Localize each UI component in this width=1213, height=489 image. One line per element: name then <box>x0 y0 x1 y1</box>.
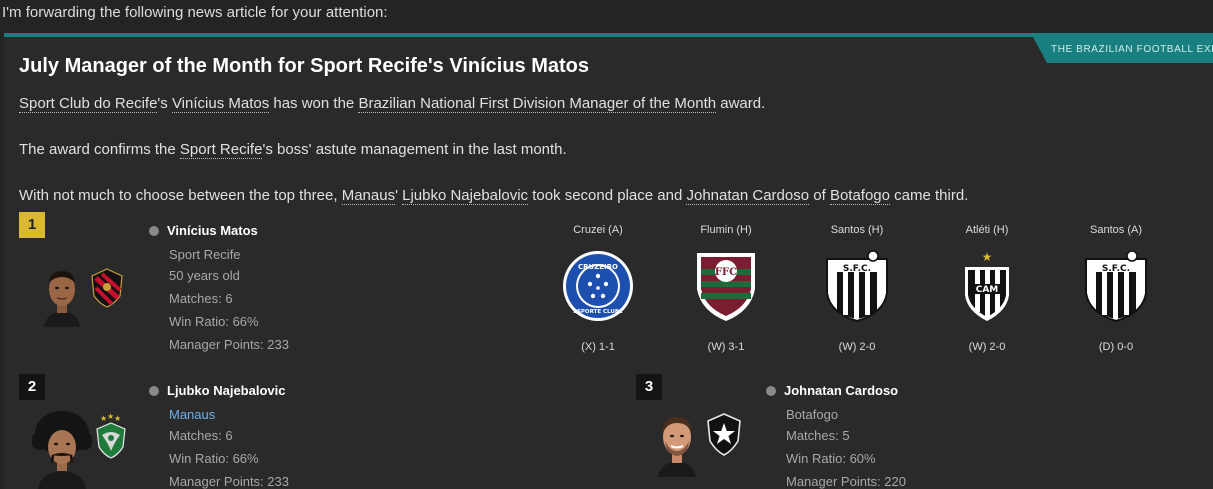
rank-badge-1: 1 <box>19 212 45 238</box>
first-manager-points: Manager Points: 233 <box>169 337 289 352</box>
manager-name-text: Johnatan Cardoso <box>784 383 899 398</box>
third-manager-club[interactable]: Botafogo <box>786 407 838 422</box>
manager-link-ljubko-najebalovic[interactable]: Ljubko Najebalovic <box>402 187 529 205</box>
second-manager-club[interactable]: Manaus <box>169 407 215 422</box>
manager-link-johnatan-cardoso[interactable]: Johnatan Cardoso <box>686 187 810 205</box>
club-link-sport-recife[interactable]: Sport Club do Recife <box>19 95 158 113</box>
fixture-opponent-label: Santos (H) <box>830 224 884 236</box>
fixture-result: (X) 1-1 <box>581 341 615 353</box>
text-fragment: award. <box>716 95 766 112</box>
third-manager-points: Manager Points: 220 <box>786 474 906 489</box>
fixture-opponent-label: Atléti (H) <box>965 224 1009 236</box>
svg-text:★: ★ <box>982 250 993 264</box>
santos-crest-icon[interactable]: S.F.C. <box>1079 249 1153 328</box>
crest-text: ESPORTE CLUBE <box>573 309 623 315</box>
cruzeiro-crest-icon[interactable]: CRUZEIRO ESPORTE CLUBE <box>561 249 635 328</box>
club-link-botafogo[interactable]: Botafogo <box>829 187 890 205</box>
person-icon <box>766 386 776 396</box>
text-fragment: has won the <box>269 95 359 112</box>
text-fragment: took second place and <box>528 187 687 204</box>
text-fragment: of <box>809 187 830 204</box>
crest-text: S.F.C. <box>1102 264 1130 274</box>
manager-face-ljubko[interactable] <box>32 411 92 489</box>
sport-recife-crest-icon[interactable] <box>90 268 124 308</box>
person-icon <box>149 386 159 396</box>
santos-crest-icon[interactable]: S.F.C. <box>820 249 894 328</box>
manager-name-text: Vinícius Matos <box>167 223 258 238</box>
fixture-opponent-label: Cruzei (A) <box>573 224 623 236</box>
manager-face-johnatan[interactable] <box>654 411 700 477</box>
club-link-manaus[interactable]: Manaus <box>341 187 396 205</box>
fixture-result: (D) 0-0 <box>1098 341 1134 353</box>
forward-intro-text: I'm forwarding the following news articl… <box>2 4 388 21</box>
first-manager-matches: Matches: 6 <box>169 291 233 306</box>
crest-text: CAM <box>976 285 999 295</box>
fixture-opponent-label: Flumin (H) <box>700 224 752 236</box>
rank-badge-2: 2 <box>19 374 45 400</box>
article-paragraph-2: The award confirms the Sport Recife's bo… <box>19 141 567 159</box>
first-manager-club[interactable]: Sport Recife <box>169 247 241 262</box>
rank-badge-3: 3 <box>636 374 662 400</box>
third-manager-name[interactable]: Johnatan Cardoso <box>766 383 898 398</box>
manager-link-vinicius-matos[interactable]: Vinícius Matos <box>171 95 270 113</box>
third-manager-win-ratio: Win Ratio: 60% <box>786 451 876 466</box>
svg-text:★: ★ <box>114 414 121 423</box>
source-tag: THE BRAZILIAN FOOTBALL EXP <box>1033 37 1213 63</box>
text-fragment: With not much to choose between the top … <box>19 187 342 204</box>
club-link-sport-recife-2[interactable]: Sport Recife <box>179 141 263 159</box>
fixture-opponent-label: Santos (A) <box>1090 224 1142 236</box>
fixture-result: (W) 2-0 <box>968 341 1006 353</box>
text-fragment: 's boss' astute management in the last m… <box>262 141 567 158</box>
first-manager-age: 50 years old <box>169 268 240 283</box>
third-manager-matches: Matches: 5 <box>786 428 850 443</box>
fixture-result: (W) 2-0 <box>838 341 876 353</box>
fixture-result: (W) 3-1 <box>707 341 745 353</box>
second-manager-points: Manager Points: 233 <box>169 474 289 489</box>
second-manager-name[interactable]: Ljubko Najebalovic <box>149 383 285 398</box>
article-headline: July Manager of the Month for Sport Reci… <box>19 55 590 77</box>
news-article-card: THE BRAZILIAN FOOTBALL EXP July Manager … <box>4 33 1213 489</box>
article-paragraph-1: Sport Club do Recife's Vinícius Matos ha… <box>19 95 766 113</box>
competition-link[interactable]: Brazilian National First Division Manage… <box>358 95 717 113</box>
text-fragment: 's <box>157 95 172 112</box>
atletico-crest-icon[interactable]: ★ CAM <box>950 249 1024 328</box>
article-paragraph-3: With not much to choose between the top … <box>19 187 969 205</box>
crest-text: S.F.C. <box>843 264 871 274</box>
first-manager-name[interactable]: Vinícius Matos <box>149 223 258 238</box>
second-manager-matches: Matches: 6 <box>169 428 233 443</box>
svg-text:FFC: FFC <box>715 267 737 278</box>
person-icon <box>149 226 159 236</box>
manaus-crest-icon[interactable]: ★ ★ ★ <box>94 413 128 459</box>
fluminense-crest-icon[interactable]: FFC <box>689 249 763 328</box>
text-fragment: The award confirms the <box>19 141 180 158</box>
crest-text: CRUZEIRO <box>578 263 618 271</box>
first-manager-win-ratio: Win Ratio: 66% <box>169 314 259 329</box>
second-manager-win-ratio: Win Ratio: 66% <box>169 451 259 466</box>
botafogo-crest-icon[interactable] <box>706 413 742 457</box>
text-fragment: came third. <box>890 187 969 204</box>
manager-name-text: Ljubko Najebalovic <box>167 383 286 398</box>
manager-face-vinicius[interactable] <box>40 265 84 327</box>
